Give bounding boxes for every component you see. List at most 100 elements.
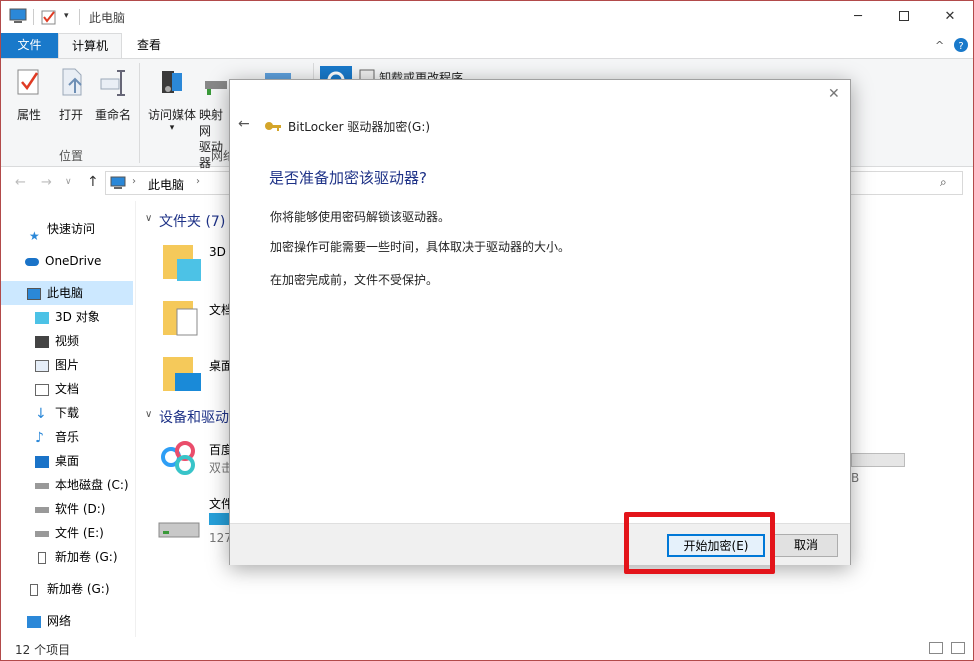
open-button[interactable]: 打开 [53, 67, 89, 123]
nav-local-disk-c[interactable]: 本地磁盘 (C:) [1, 473, 133, 497]
star-icon: ★ [29, 228, 40, 243]
quick-access-dropdown-icon[interactable]: ▾ [64, 11, 69, 21]
nav-network[interactable]: 网络 [1, 609, 133, 633]
arrow-up-icon: ↑ [87, 174, 99, 190]
large-icons-view-icon[interactable] [951, 642, 965, 654]
nav-files-e[interactable]: 文件 (E:) [1, 521, 133, 545]
nav-3d-objects[interactable]: 3D 对象 [1, 305, 133, 329]
tab-computer[interactable]: 计算机 [58, 33, 122, 58]
maximize-button[interactable] [881, 1, 927, 31]
nav-videos[interactable]: 视频 [1, 329, 133, 353]
chevron-down-icon: ∨ [65, 177, 72, 187]
group-location-label: 位置 [59, 149, 84, 163]
nav-documents[interactable]: 文档 [1, 377, 133, 401]
svg-text:?: ? [958, 41, 963, 52]
tab-view[interactable]: 查看 [123, 33, 175, 58]
nav-downloads[interactable]: ↓ 下载 [1, 401, 133, 425]
folder-documents-icon [163, 301, 198, 336]
navigation-pane: ★ 快速访问 OneDrive 此电脑 3D 对象 视频 图片 文档 ↓ 下载 ♪ 音… [1, 207, 135, 637]
access-media-button[interactable]: 访问媒体 ▾ [145, 67, 199, 133]
folder-3d-icon [163, 245, 201, 281]
nav-label: 3D 对象 [55, 310, 100, 324]
maximize-icon [899, 11, 909, 21]
nav-label: 文档 [55, 382, 80, 396]
nav-label: 桌面 [55, 454, 80, 468]
highlight-box [624, 512, 775, 574]
window-title: 此电脑 [89, 11, 126, 25]
properties-button[interactable]: 属性 [9, 67, 49, 123]
baidu-netdisk-icon [159, 439, 199, 479]
details-view-icon[interactable] [929, 642, 943, 654]
folders-group-header[interactable]: 文件夹 (7) [159, 211, 225, 231]
access-media-dropdown-icon: ▾ [169, 123, 175, 133]
open-label: 打开 [58, 108, 83, 122]
nav-label: 文件 (E:) [55, 526, 104, 540]
explorer-window: ▾ 此电脑 ─ ✕ 文件 计算机 查看 ^ ? 属性 打开 重命名 访问媒体 ▾ [0, 0, 974, 661]
dialog-title: BitLocker 驱动器加密(G:) [288, 120, 431, 134]
drive-icon [35, 482, 49, 489]
nav-soft-d[interactable]: 软件 (D:) [1, 497, 133, 521]
computer-icon [110, 176, 126, 189]
drive-file-usage-bar [209, 513, 231, 525]
back-button[interactable]: ← [15, 175, 26, 190]
folder-desktop-icon [163, 357, 201, 391]
music-icon: ♪ [35, 429, 44, 446]
drive-usage-bar [851, 453, 905, 467]
nav-label: 快速访问 [47, 222, 96, 236]
rename-icon [100, 70, 125, 96]
dialog-heading: 是否准备加密该驱动器? [269, 169, 427, 187]
ribbon-separator [139, 63, 140, 163]
cloud-icon [25, 257, 39, 266]
nav-music[interactable]: ♪ 音乐 [1, 425, 133, 449]
dialog-line-1: 你将能够使用密码解锁该驱动器。 [270, 210, 451, 224]
item-count: 12 个项目 [15, 643, 71, 657]
nav-pictures[interactable]: 图片 [1, 353, 133, 377]
help-icon[interactable]: ? [953, 37, 969, 53]
media-icon [162, 71, 182, 93]
nav-new-volume-g[interactable]: 新加卷 (G:) [1, 545, 133, 569]
dialog-back-button[interactable]: ← [238, 116, 250, 132]
breadcrumb-chevron-icon: › [196, 176, 200, 187]
title-bar: ▾ 此电脑 ─ ✕ [1, 1, 973, 33]
dialog-line-2: 加密操作可能需要一些时间，具体取决于驱动器的大小。 [270, 240, 571, 254]
nav-label: 网络 [47, 614, 72, 628]
map-drive-label-1: 映射网 [199, 108, 224, 138]
download-icon: ↓ [35, 405, 47, 422]
nav-desktop[interactable]: 桌面 [1, 449, 133, 473]
usb-drive-icon [30, 583, 38, 596]
access-media-label: 访问媒体 [147, 108, 196, 122]
film-icon [35, 335, 49, 348]
forward-button[interactable]: → [41, 175, 52, 190]
properties-quick-icon[interactable] [41, 9, 57, 25]
usb-drive-icon [38, 551, 46, 564]
up-button[interactable]: ↑ [87, 174, 99, 190]
close-button[interactable]: ✕ [927, 1, 973, 31]
open-icon [62, 68, 82, 96]
close-icon: ✕ [828, 86, 840, 102]
folder-3d-label[interactable]: 3D [209, 245, 226, 259]
computer-icon [9, 8, 27, 23]
tab-file[interactable]: 文件 [1, 33, 58, 58]
search-icon[interactable]: ⌕ [940, 175, 947, 190]
properties-icon [17, 69, 39, 95]
chevron-down-icon[interactable]: ∨ [145, 409, 152, 420]
rename-button[interactable]: 重命名 [91, 67, 135, 123]
drive-size-fragment: B [851, 471, 860, 485]
nav-label: 视频 [55, 334, 80, 348]
nav-this-pc[interactable]: 此电脑 [1, 281, 133, 305]
devices-group-header[interactable]: 设备和驱动 [159, 407, 229, 427]
address-path[interactable]: 此电脑 [148, 176, 184, 193]
cancel-button[interactable]: 取消 [774, 534, 838, 557]
chevron-down-icon[interactable]: ∨ [145, 213, 152, 224]
dialog-close-button[interactable]: ✕ [828, 86, 840, 102]
minimize-button[interactable]: ─ [835, 1, 881, 31]
bitlocker-key-icon [265, 122, 281, 131]
nav-new-volume-g-root[interactable]: 新加卷 (G:) [1, 577, 133, 601]
nav-quick-access[interactable]: ★ 快速访问 [1, 217, 133, 243]
arrow-left-icon: ← [238, 116, 250, 132]
close-icon: ✕ [944, 8, 956, 24]
nav-onedrive[interactable]: OneDrive [1, 249, 133, 273]
collapse-ribbon-icon[interactable]: ^ [935, 39, 944, 52]
recent-locations-button[interactable]: ∨ [65, 177, 72, 187]
status-bar: 12 个项目 [1, 638, 973, 660]
